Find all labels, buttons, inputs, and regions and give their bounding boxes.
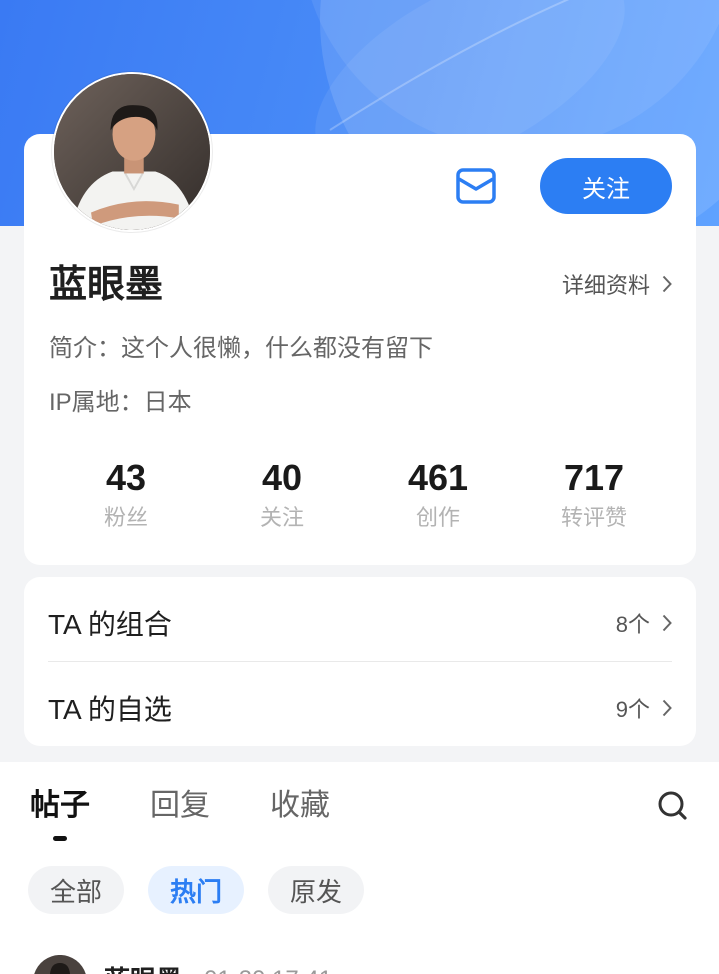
portfolio-card: TA 的组合 8个 TA 的自选 9个 (24, 577, 696, 746)
avatar-photo (54, 74, 210, 230)
stat-followers[interactable]: 43 粉丝 (48, 456, 204, 532)
list-item-count-value: 8个 (615, 612, 650, 637)
details-link-label: 详细资料 (561, 273, 650, 298)
stat-following[interactable]: 40 关注 (204, 456, 360, 532)
profile-name: 蓝眼墨 (49, 264, 164, 306)
stat-posts[interactable]: 461 创作 (360, 456, 516, 532)
stat-label: 创作 (415, 505, 460, 530)
follow-button[interactable]: 关注 (540, 158, 672, 214)
stat-value: 40 (261, 457, 303, 498)
profile-stats: 43 粉丝 40 关注 461 创作 717 转评赞 (48, 456, 672, 532)
stat-label: 关注 (259, 505, 304, 530)
tab-favorites[interactable]: 收藏 (270, 786, 330, 826)
feed-section: 帖子 回复 收藏 全部 热门 原发 蓝眼墨 01-30 17:41 (0, 762, 719, 974)
stat-value: 461 (407, 457, 469, 498)
stat-label: 粉丝 (103, 505, 148, 530)
stat-interactions[interactable]: 717 转评赞 (516, 456, 672, 532)
message-button[interactable] (456, 168, 496, 204)
chevron-right-icon (662, 275, 672, 293)
list-item-watchlist[interactable]: TA 的自选 9个 (48, 662, 672, 746)
tab-replies[interactable]: 回复 (150, 786, 210, 826)
search-button[interactable] (657, 790, 689, 822)
post-author-avatar[interactable] (33, 955, 87, 974)
chevron-right-icon (662, 699, 672, 717)
filter-chip-all[interactable]: 全部 (28, 866, 124, 914)
list-item-label: TA 的组合 (48, 609, 172, 640)
filter-chip-original[interactable]: 原发 (268, 866, 364, 914)
tab-posts[interactable]: 帖子 (30, 786, 90, 826)
stat-label: 转评赞 (560, 505, 627, 530)
chevron-right-icon (662, 614, 672, 632)
details-link[interactable]: 详细资料 (562, 269, 672, 299)
search-icon (658, 791, 687, 820)
list-item-portfolios[interactable]: TA 的组合 8个 (48, 577, 672, 661)
post-author-name[interactable]: 蓝眼墨 (104, 964, 182, 974)
list-item-count-value: 9个 (615, 697, 650, 722)
list-item-count: 8个 (616, 607, 672, 639)
stat-value: 43 (105, 457, 147, 498)
post-timestamp: 01-30 17:41 (204, 964, 332, 974)
active-tab-indicator (53, 836, 67, 841)
profile-bio: 简介：这个人很懒，什么都没有留下 (49, 335, 433, 362)
list-item-count: 9个 (616, 692, 672, 724)
list-item-label: TA 的自选 (48, 694, 172, 725)
filter-chip-hot[interactable]: 热门 (148, 866, 244, 914)
profile-avatar[interactable] (52, 72, 212, 232)
mail-icon (456, 168, 496, 204)
stat-value: 717 (563, 457, 625, 498)
profile-ip-location: IP属地：日本 (49, 389, 192, 416)
